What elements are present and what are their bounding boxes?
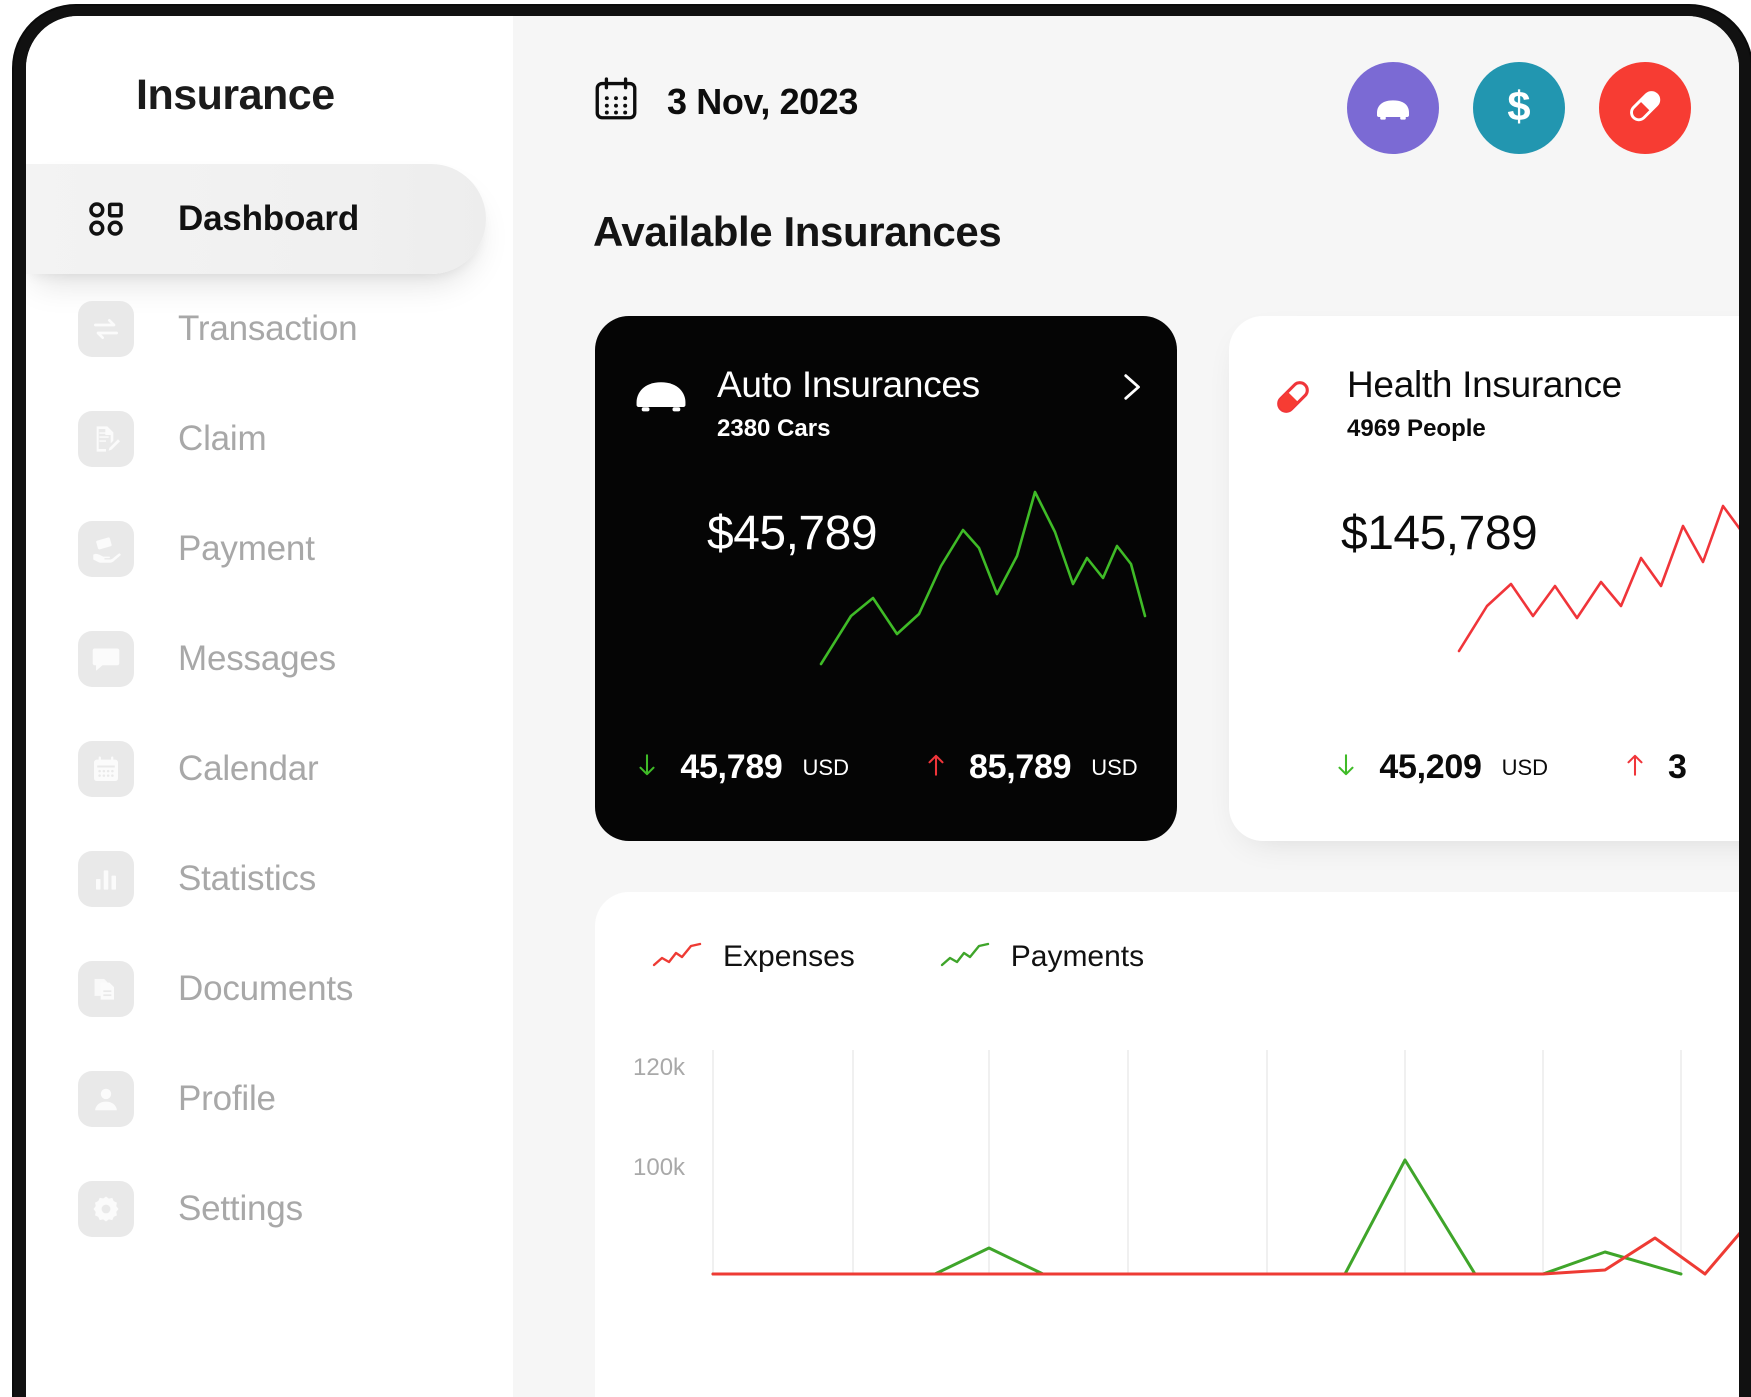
sidebar-item-label: Calendar xyxy=(178,749,319,788)
sidebar-item-label: Dashboard xyxy=(178,199,360,238)
card-stats: 45,789 USD 85,789 USD xyxy=(595,748,1177,787)
car-icon xyxy=(1369,82,1417,135)
stat-up: 3 xyxy=(1622,748,1707,787)
payment-shortcut[interactable]: $ xyxy=(1473,62,1565,154)
dollar-icon: $ xyxy=(1494,81,1544,136)
stat-up: 85,789 USD xyxy=(923,748,1138,787)
auto-insurance-shortcut[interactable] xyxy=(1347,62,1439,154)
statistics-panel: Expenses Payments 120k 100k xyxy=(595,892,1739,1397)
chart-legend: Expenses Payments xyxy=(651,940,1144,974)
legend-label: Expenses xyxy=(723,940,855,973)
card-header: Health Insurance 4969 People xyxy=(1265,364,1739,443)
top-bar: 3 Nov, 2023 $ xyxy=(513,16,1739,176)
sidebar-item-statistics[interactable]: Statistics xyxy=(26,824,513,934)
date-picker[interactable]: 3 Nov, 2023 xyxy=(591,74,858,129)
sidebar-item-label: Documents xyxy=(178,969,354,1008)
stat-currency: USD xyxy=(1091,754,1138,780)
card-title: Health Insurance xyxy=(1347,364,1622,405)
documents-icon xyxy=(78,961,134,1017)
sidebar-item-messages[interactable]: Messages xyxy=(26,604,513,714)
app-title: Insurance xyxy=(136,71,335,119)
sidebar-item-label: Settings xyxy=(178,1189,303,1228)
card-title: Auto Insurances xyxy=(717,364,980,405)
chevron-right-icon[interactable] xyxy=(1113,370,1147,409)
main-content: 3 Nov, 2023 $ Available Insurances Auto … xyxy=(513,16,1739,1397)
arrow-down-icon xyxy=(634,749,660,786)
insurance-card-health[interactable]: Health Insurance 4969 People $145,789 45… xyxy=(1229,316,1739,841)
card-stats: 45,209 USD 3 xyxy=(1229,748,1739,787)
calendar-icon xyxy=(591,74,641,129)
legend-label: Payments xyxy=(1010,940,1145,973)
insurance-cards: Auto Insurances 2380 Cars $45,789 45,789… xyxy=(595,316,1739,841)
line-chart: 120k 100k xyxy=(595,1042,1739,1397)
arrow-down-icon xyxy=(1333,749,1359,786)
card-subtitle: 4969 People xyxy=(1347,415,1486,442)
stat-value: 3 xyxy=(1668,748,1687,786)
sidebar-item-dashboard[interactable]: Dashboard xyxy=(26,164,486,274)
sidebar-item-claim[interactable]: Claim xyxy=(26,384,513,494)
sidebar: Insurance Dashboard Transaction Claim Pa… xyxy=(26,16,513,1397)
arrow-up-icon xyxy=(923,749,949,786)
card-header: Auto Insurances 2380 Cars xyxy=(631,364,1147,443)
grid-icon xyxy=(78,191,134,247)
quick-action-buttons: $ xyxy=(1347,62,1691,154)
person-icon xyxy=(78,1071,134,1127)
card-title-group: Auto Insurances 2380 Cars xyxy=(717,364,1113,443)
device-frame: Insurance Dashboard Transaction Claim Pa… xyxy=(14,6,1751,1397)
document-edit-icon xyxy=(78,411,134,467)
hand-money-icon xyxy=(78,521,134,577)
sidebar-item-label: Claim xyxy=(178,419,267,458)
stat-down: 45,789 USD xyxy=(634,748,849,787)
pill-icon xyxy=(1620,81,1670,136)
sidebar-item-transaction[interactable]: Transaction xyxy=(26,274,513,384)
line-trend-icon xyxy=(939,941,991,974)
series-expenses xyxy=(711,1231,1739,1276)
legend-item-payments[interactable]: Payments xyxy=(939,940,1144,974)
stat-value: 45,209 xyxy=(1379,748,1482,786)
chart-canvas xyxy=(711,1050,1739,1276)
sidebar-item-label: Messages xyxy=(178,639,336,678)
sidebar-item-label: Payment xyxy=(178,529,315,568)
svg-text:$: $ xyxy=(1507,82,1530,129)
stat-value: 45,789 xyxy=(680,748,783,786)
sidebar-item-documents[interactable]: Documents xyxy=(26,934,513,1044)
health-insurance-shortcut[interactable] xyxy=(1599,62,1691,154)
car-icon xyxy=(631,372,691,421)
page-title: Available Insurances xyxy=(593,208,1002,255)
sidebar-item-payment[interactable]: Payment xyxy=(26,494,513,604)
sparkline-chart-auto xyxy=(811,466,1171,686)
calendar-icon xyxy=(78,741,134,797)
transfer-icon xyxy=(78,301,134,357)
card-subtitle: 2380 Cars xyxy=(717,415,831,442)
sidebar-nav: Dashboard Transaction Claim Payment Mess… xyxy=(26,164,513,1264)
sidebar-item-profile[interactable]: Profile xyxy=(26,1044,513,1154)
series-payments xyxy=(711,1158,1683,1276)
sidebar-item-calendar[interactable]: Calendar xyxy=(26,714,513,824)
insurance-card-auto[interactable]: Auto Insurances 2380 Cars $45,789 45,789… xyxy=(595,316,1177,841)
legend-item-expenses[interactable]: Expenses xyxy=(651,940,855,974)
arrow-up-icon xyxy=(1622,749,1648,786)
card-title-group: Health Insurance 4969 People xyxy=(1347,364,1739,443)
chart-gridlines xyxy=(712,1050,1682,1274)
line-trend-icon xyxy=(651,941,703,974)
stat-currency: USD xyxy=(802,754,849,780)
bar-chart-icon xyxy=(78,851,134,907)
stat-value: 85,789 xyxy=(969,748,1072,786)
app-screen: Insurance Dashboard Transaction Claim Pa… xyxy=(26,16,1739,1397)
chat-bubble-icon xyxy=(78,631,134,687)
sidebar-item-settings[interactable]: Settings xyxy=(26,1154,513,1264)
current-date: 3 Nov, 2023 xyxy=(667,80,859,122)
sidebar-item-label: Statistics xyxy=(178,859,317,898)
sidebar-item-label: Transaction xyxy=(178,309,358,348)
sparkline-chart-health xyxy=(1445,466,1739,686)
gear-icon xyxy=(78,1181,134,1237)
pill-icon xyxy=(1265,372,1321,427)
stat-down: 45,209 USD xyxy=(1333,748,1548,787)
stat-currency: USD xyxy=(1501,754,1549,780)
sidebar-item-label: Profile xyxy=(178,1079,276,1118)
